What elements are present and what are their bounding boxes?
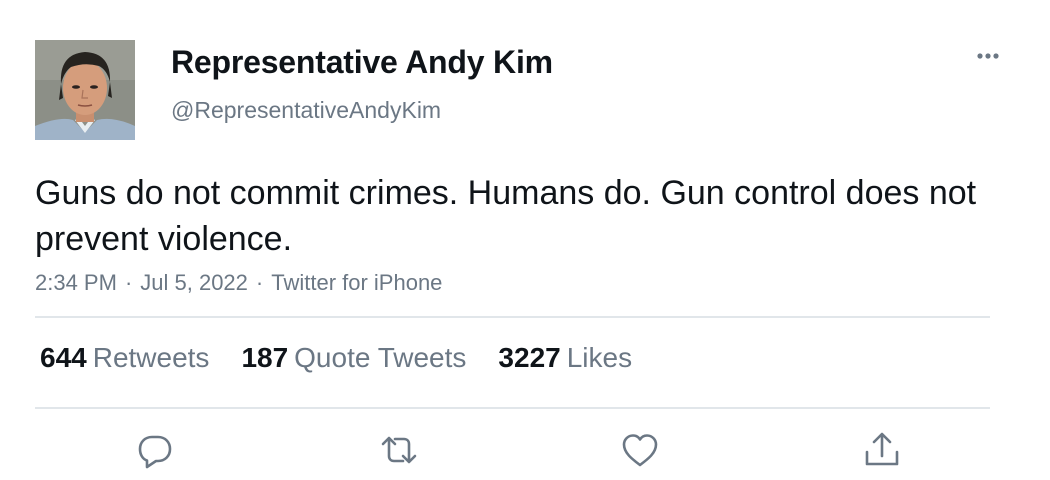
reply-icon (138, 435, 172, 469)
likes-count: 3227 (498, 342, 561, 373)
user-handle[interactable]: @RepresentativeAndyKim (171, 97, 441, 124)
retweets-stat[interactable]: 644 Retweets (40, 342, 209, 374)
tweet-stats: 644 Retweets 187 Quote Tweets 3227 Likes (40, 342, 664, 374)
quote-tweets-count: 187 (241, 342, 289, 373)
meta-separator: · (255, 270, 264, 295)
more-options-button[interactable] (968, 42, 1008, 70)
tweet-date[interactable]: Jul 5, 2022 (140, 270, 248, 295)
reply-button[interactable] (135, 430, 175, 470)
retweets-label: Retweets (92, 342, 210, 373)
tweet-time[interactable]: 2:34 PM (35, 270, 117, 295)
retweet-button[interactable] (379, 430, 419, 470)
display-name[interactable]: Representative Andy Kim (171, 44, 553, 81)
tweet-text: Guns do not commit crimes. Humans do. Gu… (35, 174, 977, 258)
profile-photo (35, 40, 135, 140)
like-button[interactable] (620, 430, 660, 470)
retweets-count: 644 (40, 342, 87, 373)
avatar[interactable] (35, 40, 135, 140)
share-icon (865, 432, 899, 466)
retweet-icon (381, 436, 417, 464)
likes-label: Likes (566, 342, 633, 373)
tweet-meta: 2:34 PM · Jul 5, 2022 · Twitter for iPhone (35, 270, 442, 296)
quote-tweets-stat[interactable]: 187 Quote Tweets (241, 342, 466, 374)
divider (35, 316, 990, 318)
meta-separator: · (124, 270, 133, 295)
quote-tweets-label: Quote Tweets (294, 342, 467, 373)
tweet-card: Representative Andy Kim @RepresentativeA… (0, 0, 1050, 480)
divider (35, 407, 990, 409)
tweet-source[interactable]: Twitter for iPhone (271, 270, 442, 295)
share-button[interactable] (862, 430, 902, 470)
more-horizontal-icon (977, 53, 999, 59)
heart-icon (622, 434, 658, 467)
likes-stat[interactable]: 3227 Likes (498, 342, 632, 374)
